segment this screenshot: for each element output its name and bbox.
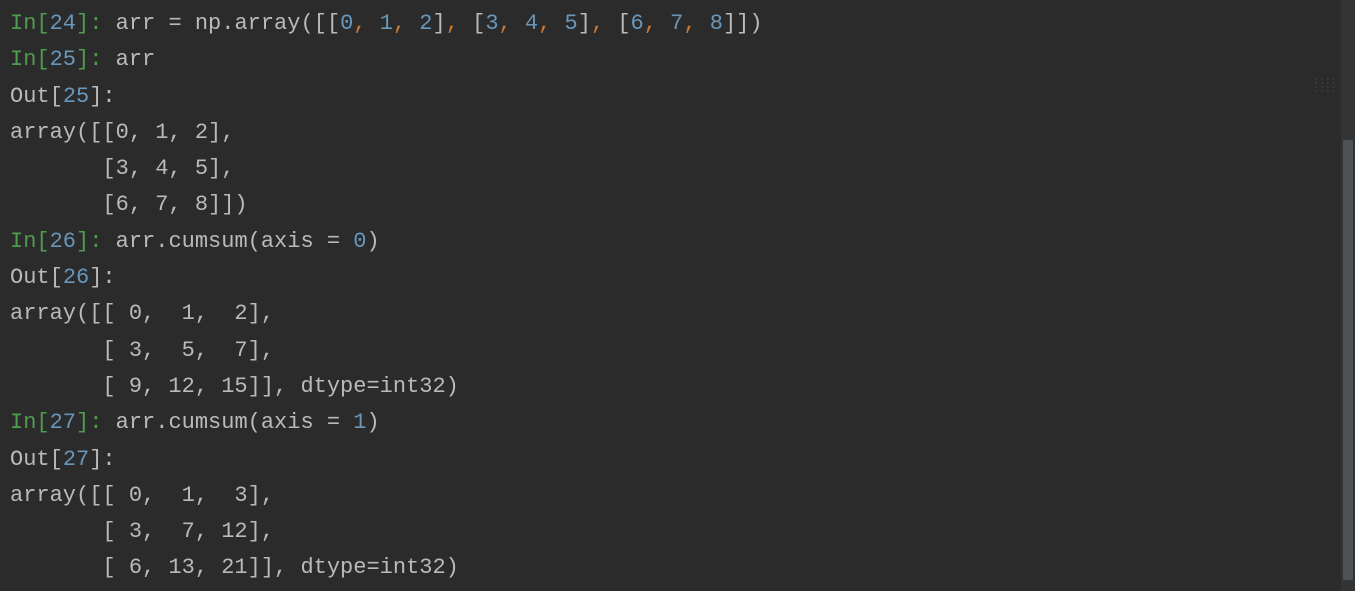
output-text: [3, 4, 5], [10,156,234,181]
prompt-number: 27 [63,447,89,472]
console-line[interactable]: In[26]: arr.cumsum(axis = 0) [10,224,1355,260]
output-text: array([[ 0, 1, 3], [10,483,274,508]
code-token: [ [617,11,630,36]
console-line[interactable]: array([[ 0, 1, 2], [10,296,1355,332]
code-token: = [168,11,181,36]
code-token: arr [116,11,169,36]
prompt-number: 24 [50,11,76,36]
code-token: = [327,229,340,254]
code-token: 2 [419,11,432,36]
console-line[interactable]: array([[0, 1, 2], [10,115,1355,151]
in-prompt: In[ [10,47,50,72]
code-token: , [538,11,564,36]
code-token: , [683,11,709,36]
code-token: [ [472,11,485,36]
console-line[interactable]: [ 6, 13, 21]], dtype=int32) [10,550,1355,586]
prompt-suffix: ]: [89,447,115,472]
output-text: [ 9, 12, 15]], dtype=int32) [10,374,459,399]
code-token: 1 [380,11,393,36]
out-prompt: Out[ [10,84,63,109]
code-token: 0 [353,229,366,254]
code-token: . [155,410,168,435]
code-token: 5 [565,11,578,36]
console-line[interactable]: Out[26]: [10,260,1355,296]
scrollbar-track[interactable] [1341,0,1355,591]
in-prompt: In[ [10,410,50,435]
code-token: 3 [485,11,498,36]
prompt-suffix: ]: [76,47,102,72]
prompt-suffix: ]: [76,410,102,435]
code-token: , [591,11,617,36]
code-token: . [155,229,168,254]
console-area[interactable]: In[24]: arr = np.array([[0, 1, 2], [3, 4… [10,6,1355,587]
code-token [102,11,115,36]
code-token: cumsum(axis [168,410,326,435]
code-token: arr [102,47,155,72]
code-token [340,229,353,254]
code-token: array([[ [234,11,340,36]
prompt-number: 25 [63,84,89,109]
code-token: , [499,11,525,36]
prompt-suffix: ]: [76,229,102,254]
code-token: . [221,11,234,36]
prompt-suffix: ]: [76,11,102,36]
code-token: cumsum(axis [168,229,326,254]
console-line[interactable]: array([[ 0, 1, 3], [10,478,1355,514]
output-text: [ 6, 13, 21]], dtype=int32) [10,555,459,580]
console-line[interactable]: [ 3, 7, 12], [10,514,1355,550]
in-prompt: In[ [10,11,50,36]
console-line[interactable]: In[24]: arr = np.array([[0, 1, 2], [3, 4… [10,6,1355,42]
code-token: , [644,11,670,36]
gutter-marks: ················ [1314,78,1337,94]
prompt-number: 26 [50,229,76,254]
out-prompt: Out[ [10,265,63,290]
console-line[interactable]: Out[25]: [10,79,1355,115]
code-token: , [393,11,419,36]
code-token: , [446,11,472,36]
code-token: ) [366,229,379,254]
prompt-number: 26 [63,265,89,290]
prompt-suffix: ]: [89,84,115,109]
console-line[interactable]: In[27]: arr.cumsum(axis = 1) [10,405,1355,441]
output-text: [ 3, 5, 7], [10,338,274,363]
console-line[interactable]: [6, 7, 8]]) [10,187,1355,223]
code-token: 0 [340,11,353,36]
in-prompt: In[ [10,229,50,254]
output-text: [6, 7, 8]]) [10,192,248,217]
code-token: , [353,11,379,36]
output-text: [ 3, 7, 12], [10,519,274,544]
code-token: = [327,410,340,435]
code-token: 4 [525,11,538,36]
code-token: 6 [631,11,644,36]
out-prompt: Out[ [10,447,63,472]
console-line[interactable]: Out[27]: [10,442,1355,478]
prompt-number: 27 [50,410,76,435]
code-token [340,410,353,435]
output-text: array([[0, 1, 2], [10,120,234,145]
output-text: array([[ 0, 1, 2], [10,301,274,326]
code-token: ] [433,11,446,36]
code-token: ] [578,11,591,36]
console-line[interactable]: In[25]: arr [10,42,1355,78]
code-token: arr [102,410,155,435]
prompt-number: 25 [50,47,76,72]
code-token: np [182,11,222,36]
prompt-suffix: ]: [89,265,115,290]
console-line[interactable]: [ 3, 5, 7], [10,333,1355,369]
console-line[interactable]: [ 9, 12, 15]], dtype=int32) [10,369,1355,405]
code-token: 1 [353,410,366,435]
scrollbar-thumb[interactable] [1343,140,1353,580]
console-line[interactable]: [3, 4, 5], [10,151,1355,187]
code-token: arr [102,229,155,254]
code-token: 8 [710,11,723,36]
code-token: 7 [670,11,683,36]
code-token: ) [366,410,379,435]
code-token: ]]) [723,11,763,36]
